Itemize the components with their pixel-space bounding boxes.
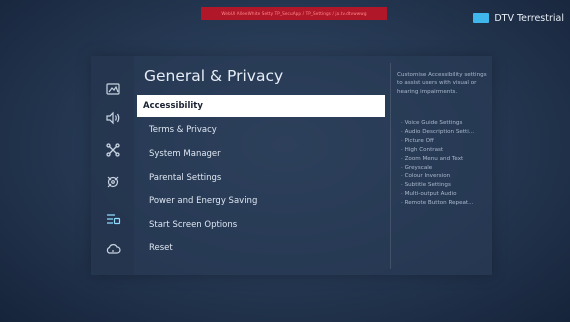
source-label: DTV Terrestrial: [494, 12, 564, 24]
menu-item-power-energy-saving[interactable]: Power and Energy Saving: [137, 190, 385, 212]
tv-source-icon: [473, 13, 490, 23]
description-text: Customise Accessibility settings to assi…: [397, 72, 487, 95]
list-item: Voice Guide Settings: [401, 119, 491, 128]
source-indicator: DTV Terrestrial: [473, 12, 564, 24]
list-item: Subtitle Settings: [401, 181, 491, 190]
page-title: General & Privacy: [144, 67, 284, 85]
menu-item-start-screen-options[interactable]: Start Screen Options: [137, 214, 385, 236]
menu-item-accessibility[interactable]: Accessibility: [137, 95, 385, 117]
general-icon[interactable]: [104, 210, 122, 228]
support-icon[interactable]: [104, 173, 122, 191]
description-list: Voice Guide Settings Audio Description S…: [401, 119, 491, 208]
list-item: High Contrast: [401, 146, 491, 155]
panel-divider: [390, 63, 391, 269]
sound-icon[interactable]: [104, 109, 122, 127]
list-item: Colour Inversion: [401, 172, 491, 181]
menu-item-reset[interactable]: Reset: [137, 237, 385, 259]
picture-icon[interactable]: [104, 80, 122, 98]
menu-item-system-manager[interactable]: System Manager: [137, 143, 385, 165]
list-item: Greyscale: [401, 164, 491, 173]
list-item: Remote Button Repeat...: [401, 199, 491, 208]
debug-url-bar: WebUI AlleeWhite Setty TP_SecuApp / TP_S…: [201, 7, 387, 20]
menu-item-parental-settings[interactable]: Parental Settings: [137, 167, 385, 189]
broadcasting-icon[interactable]: [104, 141, 122, 159]
connection-icon[interactable]: [104, 240, 122, 258]
menu-item-terms-privacy[interactable]: Terms & Privacy: [137, 119, 385, 141]
list-item: Multi-output Audio: [401, 190, 491, 199]
list-item: Audio Description Setti...: [401, 128, 491, 137]
list-item: Zoom Menu and Text: [401, 155, 491, 164]
list-item: Picture Off: [401, 137, 491, 146]
